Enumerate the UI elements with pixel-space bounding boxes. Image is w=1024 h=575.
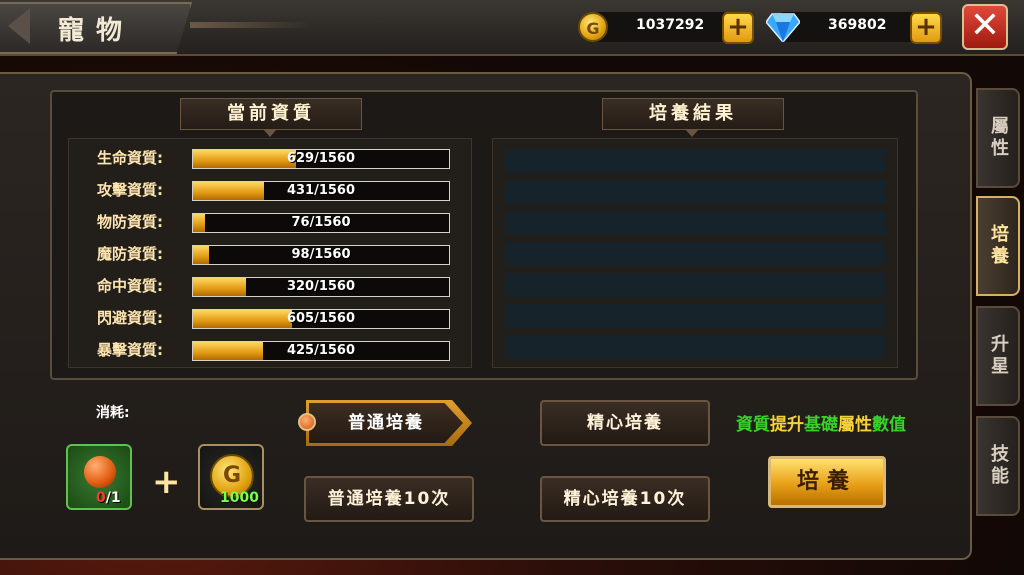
side-tab[interactable]: 技能 — [976, 416, 1020, 516]
gold-coin-icon: G — [578, 12, 608, 42]
stat-row: 攻擊資質: 431/1560 — [69, 171, 471, 203]
hint-segment: 屬性 — [838, 415, 872, 435]
stat-label: 生命資質: — [97, 149, 163, 167]
results-panel — [492, 138, 898, 368]
pet-material-slot[interactable]: 0/1 — [66, 444, 132, 510]
pet-orb-icon — [84, 456, 116, 488]
stat-label: 命中資質: — [97, 277, 163, 295]
page-title: 寵物 — [58, 16, 135, 46]
gold-amount: 1037292 — [636, 17, 705, 33]
stat-value: 425/1560 — [286, 343, 356, 358]
stats-panel: 生命資質: 629/1560 攻擊資質: 431/1560 物防資質: 76/1560 魔防… — [68, 138, 472, 368]
stat-bar: 98/1560 — [192, 245, 450, 265]
back-arrow-icon[interactable] — [8, 8, 30, 44]
normal-cultivate-10-button[interactable]: 普通培養10次 — [304, 476, 474, 522]
stat-label: 閃避資質: — [97, 309, 163, 327]
careful-cultivate-10-button[interactable]: 精心培養10次 — [540, 476, 710, 522]
stat-row: 生命資質: 629/1560 — [69, 139, 471, 171]
stat-row: 命中資質: 320/1560 — [69, 267, 471, 299]
hint-segment: 提升 — [770, 415, 804, 435]
stat-row: 物防資質: 76/1560 — [69, 203, 471, 235]
stat-label: 魔防資質: — [97, 245, 163, 263]
side-tab[interactable]: 培養 — [976, 196, 1020, 296]
add-gold-button[interactable]: + — [722, 12, 754, 44]
diamond-icon — [766, 13, 800, 42]
stat-label: 物防資質: — [97, 213, 163, 231]
stat-bar: 605/1560 — [192, 309, 450, 329]
result-slot — [505, 304, 885, 328]
stat-label: 暴擊資質: — [97, 341, 163, 359]
result-slot — [505, 242, 885, 266]
stat-row: 魔防資質: 98/1560 — [69, 235, 471, 267]
gem-amount: 369802 — [828, 17, 887, 33]
stat-value: 431/1560 — [286, 183, 356, 198]
stat-value: 76/1560 — [291, 215, 351, 230]
cultivate-button[interactable]: 培養 — [768, 456, 886, 508]
result-slot — [505, 149, 885, 173]
careful-cultivate-option[interactable]: 精心培養 — [540, 400, 710, 446]
stat-value: 98/1560 — [291, 247, 351, 262]
result-title: 培養結果 — [602, 98, 784, 130]
stat-value: 320/1560 — [286, 279, 356, 294]
stat-bar: 76/1560 — [192, 213, 450, 233]
result-slot — [505, 335, 885, 359]
hint-segment: 基礎 — [804, 415, 838, 435]
current-quality-title: 當前資質 — [180, 98, 362, 130]
side-tab[interactable]: 屬性 — [976, 88, 1020, 188]
stat-row: 暴擊資質: 425/1560 — [69, 331, 471, 363]
hint-text: 資質提升基礎屬性數值 — [736, 410, 906, 435]
stat-bar: 425/1560 — [192, 341, 450, 361]
add-gem-button[interactable]: + — [910, 12, 942, 44]
normal-cultivate-option[interactable]: 普通培養 — [306, 400, 472, 446]
material-count: 0/1 — [96, 490, 121, 506]
stat-bar: 431/1560 — [192, 181, 450, 201]
stat-row: 閃避資質: 605/1560 — [69, 299, 471, 331]
selected-radio-icon — [298, 413, 316, 431]
side-tab[interactable]: 升星 — [976, 306, 1020, 406]
gold-cost-slot: G 1000 — [198, 444, 264, 510]
close-button[interactable]: ✕ — [962, 4, 1008, 50]
result-slot — [505, 180, 885, 204]
stat-bar: 320/1560 — [192, 277, 450, 297]
gold-cost: 1000 — [220, 490, 259, 506]
stat-label: 攻擊資質: — [97, 181, 163, 199]
stat-value: 629/1560 — [286, 151, 356, 166]
top-bar: 寵物 G 1037292 + 369802 + ✕ — [0, 0, 1024, 56]
result-slot — [505, 273, 885, 297]
stat-bar: 629/1560 — [192, 149, 450, 169]
result-slot — [505, 211, 885, 235]
title-decoration — [190, 22, 310, 28]
stat-value: 605/1560 — [286, 311, 356, 326]
consume-label: 消耗: — [96, 405, 130, 421]
hint-segment: 資質 — [736, 415, 770, 435]
plus-sign: + — [152, 462, 181, 502]
hint-segment: 數值 — [872, 415, 906, 435]
